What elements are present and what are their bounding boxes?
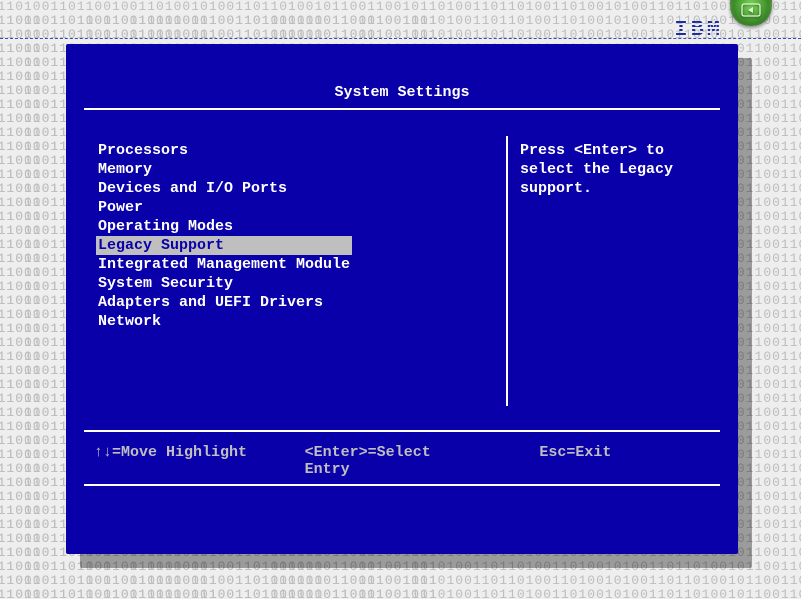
menu-item-legacy-support[interactable]: Legacy Support [96, 236, 352, 255]
divider-middle [84, 430, 720, 432]
menu-item-system-security[interactable]: System Security [96, 274, 352, 293]
divider-top [84, 108, 720, 110]
menu-item-memory[interactable]: Memory [96, 160, 352, 179]
context-help: Press <Enter> to select the Legacy suppo… [520, 141, 714, 198]
settings-menu: Processors Memory Devices and I/O Ports … [96, 141, 352, 331]
menu-item-devices-io-ports[interactable]: Devices and I/O Ports [96, 179, 352, 198]
help-line: select the Legacy [520, 160, 714, 179]
hint-select: <Enter>=Select Entry [269, 444, 480, 478]
help-line: support. [520, 179, 714, 198]
divider-bottom [84, 484, 720, 486]
menu-item-processors[interactable]: Processors [96, 141, 352, 160]
menu-item-operating-modes[interactable]: Operating Modes [96, 217, 352, 236]
hint-move: ↑↓=Move Highlight [94, 444, 269, 478]
divider-vertical [506, 136, 508, 406]
menu-item-imm[interactable]: Integrated Management Module [96, 255, 352, 274]
ibm-logo: IBM [674, 17, 723, 42]
help-line: Press <Enter> to [520, 141, 714, 160]
menu-item-network[interactable]: Network [96, 312, 352, 331]
menu-item-adapters-uefi[interactable]: Adapters and UEFI Drivers [96, 293, 352, 312]
menu-item-power[interactable]: Power [96, 198, 352, 217]
key-hints: ↑↓=Move Highlight <Enter>=Select Entry E… [94, 444, 714, 478]
hint-exit: Esc=Exit [479, 444, 714, 478]
bios-panel: System Settings Processors Memory Device… [66, 44, 738, 554]
page-title: System Settings [66, 84, 738, 101]
